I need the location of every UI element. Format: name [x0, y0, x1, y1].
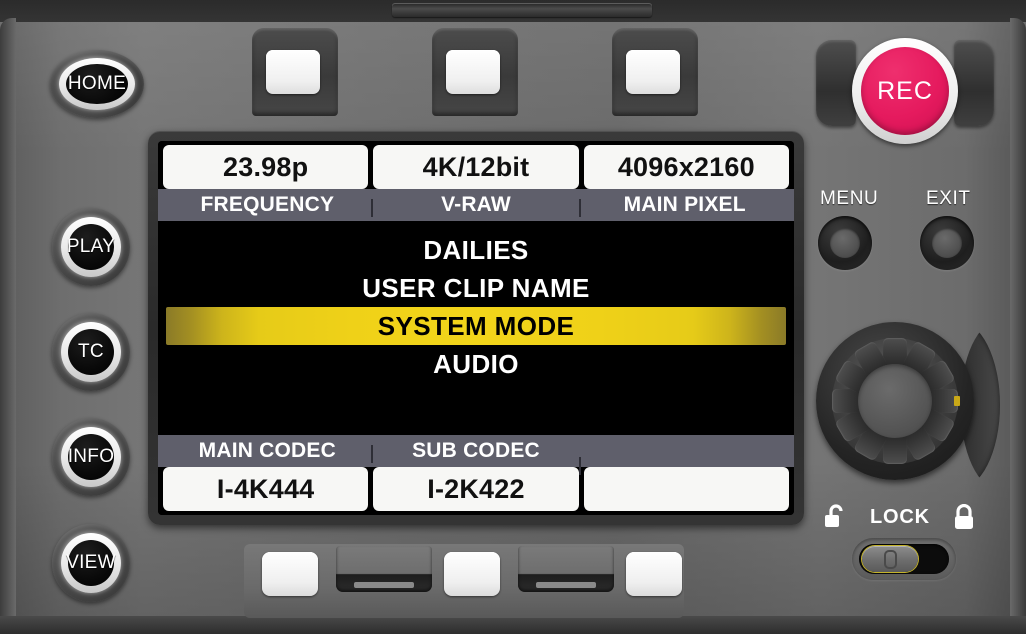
chassis-right-edge — [1010, 18, 1026, 634]
display-screen: 23.98p 4K/12bit 4096x2160 FREQUENCY V-RA… — [158, 141, 794, 515]
jog-dial-assembly — [812, 320, 1000, 490]
camera-control-panel: HOME PLAY TC INFO VIEW 23.98p 4K/12bit 4… — [0, 0, 1026, 634]
view-button[interactable]: VIEW — [52, 524, 130, 602]
tc-button-label: TC — [78, 341, 104, 362]
top-soft-key-3[interactable] — [626, 50, 680, 94]
menu-button[interactable] — [818, 216, 872, 270]
jog-dial[interactable] — [816, 322, 974, 480]
status-bottom-labels: MAIN CODEC SUB CODEC — [158, 435, 794, 475]
jog-dial-index-marker — [954, 396, 960, 406]
lock-switch-track — [859, 544, 949, 574]
home-button[interactable]: HOME — [50, 50, 144, 118]
menu-list: DAILIES USER CLIP NAME SYSTEM MODE AUDIO — [158, 221, 794, 435]
status-top-labels: FREQUENCY V-RAW MAIN PIXEL — [158, 189, 794, 221]
menu-item-dailies[interactable]: DAILIES — [166, 231, 786, 269]
display-bezel: 23.98p 4K/12bit 4096x2160 FREQUENCY V-RA… — [148, 131, 804, 525]
tc-button[interactable]: TC — [52, 313, 130, 391]
bottom-soft-key-1[interactable] — [262, 552, 318, 596]
lock-switch-assembly: LOCK — [820, 500, 990, 590]
jog-dial-hub[interactable] — [858, 364, 932, 438]
menu-item-user-clip-name[interactable]: USER CLIP NAME — [166, 269, 786, 307]
exit-button[interactable] — [920, 216, 974, 270]
exit-button-label: EXIT — [926, 188, 971, 209]
top-soft-key-2[interactable] — [446, 50, 500, 94]
menu-item-system-mode[interactable]: SYSTEM MODE — [166, 307, 786, 345]
info-button[interactable]: INFO — [52, 418, 130, 496]
status-value-vraw: 4K/12bit — [373, 145, 579, 189]
view-button-label: VIEW — [66, 552, 116, 573]
chassis-bottom-edge — [0, 616, 1026, 634]
status-bottom-values: I-4K444 I-2K422 — [158, 467, 794, 515]
view-button-cap: VIEW — [66, 540, 116, 586]
status-label-frequency: FREQUENCY — [200, 193, 335, 216]
record-button-housing: REC — [814, 32, 996, 152]
play-button-label: PLAY — [66, 236, 116, 257]
lock-icon — [952, 503, 978, 537]
bottom-soft-key-2[interactable] — [444, 552, 500, 596]
play-button-cap: PLAY — [66, 224, 116, 270]
bottom-slot-1 — [336, 546, 432, 592]
chassis-left-edge — [0, 18, 16, 634]
status-label-main-pixel: MAIN PIXEL — [579, 193, 789, 217]
status-value-main-codec: I-4K444 — [163, 467, 369, 511]
menu-button-label: MENU — [820, 188, 879, 209]
bottom-slot-2 — [518, 546, 614, 592]
jog-dial-tooth — [883, 436, 907, 464]
status-top-values: 23.98p 4K/12bit 4096x2160 — [158, 141, 794, 189]
jog-dial-tooth — [832, 389, 860, 413]
lock-switch-knob[interactable] — [862, 546, 918, 572]
status-value-sub-codec: I-2K422 — [373, 467, 579, 511]
top-vent-slot — [392, 3, 652, 17]
record-button[interactable]: REC — [861, 47, 949, 135]
status-value-frequency: 23.98p — [163, 145, 369, 189]
menu-item-audio[interactable]: AUDIO — [166, 345, 786, 383]
lock-switch[interactable] — [852, 538, 956, 580]
play-button[interactable]: PLAY — [52, 208, 130, 286]
status-label-vraw: V-RAW — [370, 193, 581, 217]
home-button-cap: HOME — [66, 64, 128, 104]
info-button-label: INFO — [67, 446, 115, 467]
home-button-label: HOME — [67, 73, 127, 94]
info-button-cap: INFO — [68, 434, 114, 480]
status-value-main-pixel: 4096x2160 — [583, 145, 789, 189]
tc-button-cap: TC — [68, 329, 114, 375]
top-soft-key-1[interactable] — [266, 50, 320, 94]
status-label-main-codec: MAIN CODEC — [198, 439, 336, 462]
unlock-icon — [824, 504, 850, 537]
status-value-empty — [583, 467, 789, 511]
record-button-label: REC — [877, 76, 933, 105]
status-label-sub-codec: SUB CODEC — [370, 439, 581, 463]
lock-label: LOCK — [870, 506, 930, 528]
record-guard-right — [954, 40, 994, 126]
record-guard-left — [816, 40, 856, 126]
bottom-soft-key-3[interactable] — [626, 552, 682, 596]
